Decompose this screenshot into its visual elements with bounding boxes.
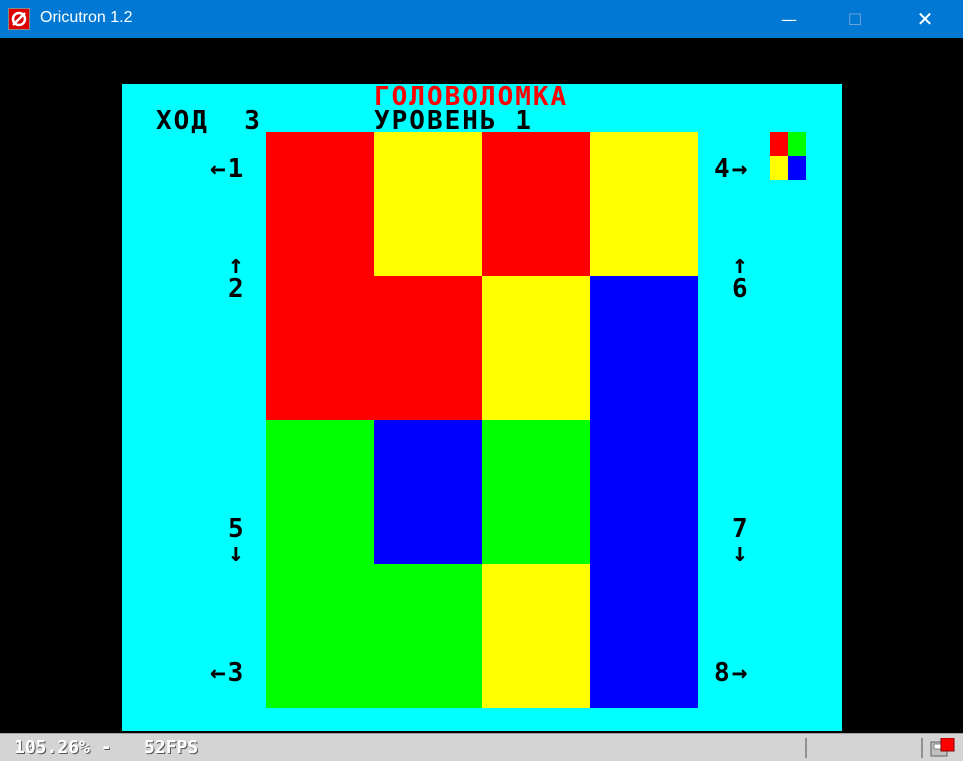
maximize-button[interactable]: ☐ [832, 0, 878, 38]
puzzle-tile [374, 132, 482, 276]
target-tile [770, 132, 788, 156]
puzzle-tile [482, 420, 590, 564]
puzzle-tile [374, 420, 482, 564]
control-7-down-arrow[interactable]: ↓ [732, 540, 750, 566]
puzzle-tile [482, 132, 590, 276]
control-3-left[interactable]: ←3 [210, 660, 245, 686]
control-5-down-arrow[interactable]: ↓ [228, 540, 246, 566]
target-tile [788, 156, 806, 180]
status-divider [805, 738, 807, 758]
control-1-left[interactable]: ←1 [210, 156, 245, 182]
target-tile [770, 156, 788, 180]
disk-activity-icon [930, 737, 956, 758]
level-label: УРОВЕНЬ 1 [374, 106, 533, 136]
puzzle-tile [266, 276, 374, 420]
puzzle-tile [482, 276, 590, 420]
control-4-right[interactable]: 4→ [714, 156, 749, 182]
puzzle-tile [482, 564, 590, 708]
window-title: Oricutron 1.2 [40, 9, 133, 26]
oricutron-app-icon [8, 8, 30, 30]
close-button[interactable]: ✕ [902, 0, 948, 38]
control-2-number[interactable]: 2 [228, 276, 246, 302]
puzzle-tile [590, 276, 698, 420]
minimize-button[interactable]: — [766, 0, 812, 38]
control-8-right[interactable]: 8→ [714, 660, 749, 686]
control-6-number[interactable]: 6 [732, 276, 750, 302]
puzzle-tile [266, 132, 374, 276]
puzzle-tile [590, 132, 698, 276]
move-counter: ХОД 3 [156, 106, 262, 136]
puzzle-tile [590, 564, 698, 708]
oric-screen: ГОЛОВОЛОМКА ХОД 3 УРОВЕНЬ 1 ←1 ↑ 2 5 ↓ ←… [122, 84, 842, 731]
puzzle-tile [266, 564, 374, 708]
target-tile [788, 132, 806, 156]
status-divider [921, 738, 923, 758]
puzzle-tile [590, 420, 698, 564]
puzzle-tile [374, 564, 482, 708]
puzzle-tile [374, 276, 482, 420]
title-bar: Oricutron 1.2 — ☐ ✕ [0, 0, 963, 38]
status-text: 105.26% - 52FPS [14, 737, 199, 758]
status-bar: 105.26% - 52FPS [0, 733, 963, 761]
puzzle-tile [266, 420, 374, 564]
